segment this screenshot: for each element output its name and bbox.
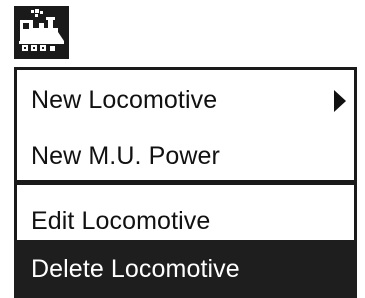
menu-group-new: New Locomotive New M.U. Power: [14, 67, 357, 183]
locomotive-icon: [14, 6, 69, 59]
menu-item-label: Edit Locomotive: [31, 206, 211, 235]
menu-item-label: New M.U. Power: [31, 141, 220, 170]
menu-item-delete-locomotive[interactable]: Delete Locomotive: [14, 240, 357, 298]
menu-item-label: New Locomotive: [31, 85, 218, 114]
menu-item-new-locomotive[interactable]: New Locomotive: [17, 72, 354, 128]
menu-item-label: Delete Locomotive: [31, 254, 240, 283]
locomotive-menu: New Locomotive New M.U. Power Edit Locom…: [14, 67, 363, 298]
menu-item-new-mu-power[interactable]: New M.U. Power: [17, 128, 354, 184]
menu-group-manage: Edit Locomotive Delete Locomotive: [14, 182, 357, 298]
chevron-right-icon: [334, 90, 346, 112]
